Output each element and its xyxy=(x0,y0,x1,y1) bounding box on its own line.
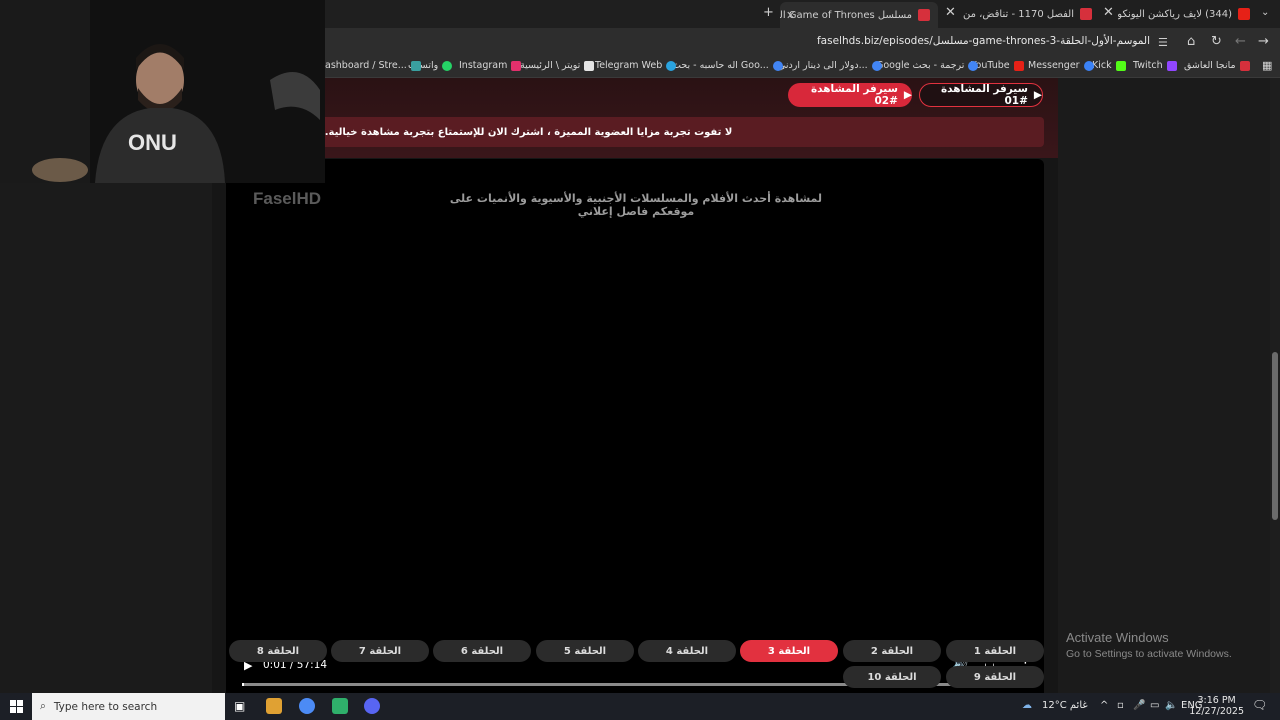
google-icon xyxy=(968,60,979,71)
tab-title: الفصل 1170 - تناقض، من مانجا xyxy=(960,8,1074,20)
tab-title: مسلسل Game of Thrones المو xyxy=(780,9,912,21)
x-twitter-icon xyxy=(584,60,595,71)
subscription-promo-banner[interactable]: لا تفوت تجربة مزايا العضوية المميزة ، اش… xyxy=(226,117,1044,147)
microphone-icon[interactable]: 🎤 xyxy=(1133,700,1145,711)
play-circle-icon: ▶ xyxy=(903,89,912,101)
forward-arrow-icon[interactable]: ← xyxy=(1235,34,1246,49)
instagram-icon xyxy=(511,60,522,71)
url-field[interactable]: faselhds.biz/episodes/مسلسل-game-thrones… xyxy=(817,35,1150,47)
weather-text[interactable]: 12°C غائم xyxy=(1042,700,1088,711)
fasel-icon xyxy=(918,9,930,21)
apps-grid-icon[interactable]: ▦ xyxy=(1262,59,1272,72)
system-clock[interactable]: 3:16 PM 12/27/2025 xyxy=(1189,695,1244,717)
google-icon xyxy=(772,60,783,71)
google-icon xyxy=(871,60,882,71)
site-settings-icon[interactable]: ☰ xyxy=(1158,36,1168,49)
kick-icon xyxy=(1115,60,1126,71)
taskbar-search[interactable]: ⌕ Type here to search xyxy=(32,693,225,720)
microsoft-store-icon[interactable] xyxy=(266,698,282,714)
server-2-button[interactable]: ▶ سيرفر المشاهدة #02 xyxy=(788,83,912,107)
bookmark-item[interactable]: مانجا العاشق xyxy=(1184,60,1250,71)
bookmark-item[interactable]: تويتر \ الرئيسية xyxy=(520,60,595,71)
close-icon[interactable]: ✕ xyxy=(786,9,795,22)
episode-7-button[interactable]: الحلقة 7 xyxy=(331,640,429,662)
server-1-button[interactable]: ▶ سيرفر المشاهدة #01 xyxy=(919,83,1043,107)
episode-3-button[interactable]: الحلقة 3 xyxy=(740,640,838,662)
play-circle-icon: ▶ xyxy=(1033,89,1042,101)
windows-start-icon[interactable] xyxy=(10,700,23,713)
close-icon[interactable]: ✕ xyxy=(1103,5,1114,20)
seek-bar-fill xyxy=(242,683,244,686)
chevron-down-icon[interactable]: ⌄ xyxy=(1261,7,1269,18)
tray-chevron-icon[interactable]: ^ xyxy=(1100,700,1108,711)
bookmark-icon xyxy=(1239,60,1250,71)
dashboard-icon xyxy=(410,60,421,71)
bookmark-item[interactable]: Telegram Web xyxy=(595,60,677,71)
episode-5-button[interactable]: الحلقة 5 xyxy=(536,640,634,662)
webcam-person-image: ONU xyxy=(0,0,325,183)
discord-icon[interactable] xyxy=(364,698,380,714)
bookmark-item[interactable]: Kick xyxy=(1092,60,1126,71)
network-icon[interactable]: ▭ xyxy=(1150,700,1159,711)
bookmark-item[interactable]: دولار الى دينار اردني... xyxy=(778,60,882,71)
app-icon[interactable] xyxy=(332,698,348,714)
home-icon[interactable]: ⌂ xyxy=(1187,34,1195,49)
episode-1-button[interactable]: الحلقة 1 xyxy=(946,640,1044,662)
search-icon: ⌕ xyxy=(40,700,46,712)
new-tab-button[interactable]: + xyxy=(763,5,774,20)
svg-text:ONU: ONU xyxy=(128,130,177,155)
episode-8-button[interactable]: الحلقة 8 xyxy=(229,640,327,662)
ad-break-message: لمشاهدة أحدث الأفلام والمسلسلات الأجنبية… xyxy=(449,192,823,218)
tab-manga-chapter[interactable]: الفصل 1170 - تناقض، من مانجا xyxy=(960,4,1092,24)
webcam-overlay: ONU xyxy=(0,0,325,183)
episode-9-button[interactable]: الحلقة 9 xyxy=(946,666,1044,688)
episode-2-button[interactable]: الحلقة 2 xyxy=(843,640,941,662)
twitch-icon xyxy=(1166,60,1177,71)
chrome-icon[interactable] xyxy=(299,698,315,714)
telegram-icon xyxy=(666,60,677,71)
notifications-icon[interactable]: 🗨 xyxy=(1252,698,1267,712)
bookmark-item[interactable]: ashboard / Stre... xyxy=(325,60,421,71)
speaker-icon[interactable]: 🔈 xyxy=(1165,700,1177,711)
tab-title: (344) لايف رياكشن اليونكو ناصر xyxy=(1118,8,1232,20)
page-scrollbar[interactable] xyxy=(1270,78,1280,693)
close-icon[interactable]: ✕ xyxy=(945,5,956,20)
bookmark-item[interactable]: اله حاسبه - بحث Goo... xyxy=(672,60,783,71)
tray-app-icon[interactable]: ▫ xyxy=(1117,700,1124,711)
bookmark-item[interactable]: Twitch xyxy=(1133,60,1177,71)
video-player[interactable]: FaselHD لمشاهدة أحدث الأفلام والمسلسلات … xyxy=(226,159,1044,705)
episode-10-button[interactable]: الحلقة 10 xyxy=(843,666,941,688)
weather-icon[interactable]: ☁ xyxy=(1022,700,1032,711)
bookmark-item[interactable]: Google ترجمة - بحث xyxy=(876,60,979,71)
windows-taskbar: ⌕ Type here to search ▣ ☁ 12°C غائم ^ ▫ … xyxy=(0,693,1280,720)
manga-site-icon xyxy=(1080,8,1092,20)
youtube-icon xyxy=(1013,60,1024,71)
whatsapp-icon xyxy=(442,60,453,71)
scrollbar-thumb[interactable] xyxy=(1272,352,1278,520)
task-view-icon[interactable]: ▣ xyxy=(234,699,250,715)
bookmark-item[interactable]: YouTube xyxy=(971,60,1024,71)
right-gutter xyxy=(1058,78,1270,693)
reload-icon[interactable]: ↻ xyxy=(1211,34,1222,49)
messenger-icon xyxy=(1083,60,1094,71)
bookmark-item[interactable]: Messenger xyxy=(1028,60,1094,71)
activate-windows-watermark: Activate Windows Go to Settings to activ… xyxy=(1066,630,1232,660)
bookmark-item[interactable]: Instagram xyxy=(459,60,522,71)
episode-6-button[interactable]: الحلقة 6 xyxy=(433,640,531,662)
tab-game-of-thrones[interactable]: مسلسل Game of Thrones المو ✕ xyxy=(780,2,938,28)
back-arrow-icon[interactable]: → xyxy=(1258,34,1269,49)
faselhd-watermark: FaselHD xyxy=(253,189,322,208)
youtube-icon xyxy=(1238,8,1250,20)
tab-youtube-live[interactable]: (344) لايف رياكشن اليونكو ناصر xyxy=(1118,4,1250,24)
episode-4-button[interactable]: الحلقة 4 xyxy=(638,640,736,662)
